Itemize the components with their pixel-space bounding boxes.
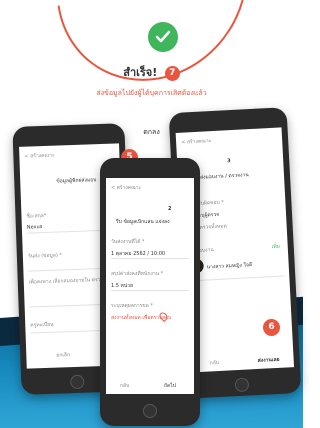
form-header: ข้อมูลผู้ฟักผ่ส่งมอบ [56, 177, 97, 185]
success-title-text: สำเร็จ! [123, 66, 158, 79]
add-person-link[interactable]: เพิ่ม [272, 243, 281, 251]
step-number: 3 [227, 158, 231, 165]
person-name: นางสาว สมหญิง ใจดี [206, 262, 253, 271]
success-check-icon [148, 22, 178, 52]
field-label: สรุปค่าส่งคงที่หนักงาน * [111, 271, 164, 277]
back-link[interactable]: < สร้างคณาะ [111, 184, 141, 192]
cancel-button[interactable]: ยกเลิก [56, 351, 70, 359]
success-title: สำเร็จ! 7 [0, 63, 303, 81]
next-button[interactable]: ถัดไป [164, 382, 176, 390]
field-value[interactable]: 1.5 หน่วย [111, 282, 133, 290]
step-number: 2 [168, 206, 172, 212]
phone-middle: < สร้างคณาะ 2 รีบ ข้อมูลเบิกแลน แจ่งลง ว… [100, 158, 200, 426]
field-label: วันส่งงานที่ได้ * [111, 239, 145, 245]
radio-option[interactable]: ผู้ตรวจทั้งหมด [196, 222, 227, 232]
step-badge-7: 7 [164, 65, 180, 81]
divider [111, 290, 189, 291]
back-link[interactable]: < สร้างคณาะ [181, 137, 212, 147]
home-button[interactable] [143, 404, 157, 418]
back-button[interactable]: กลับ [210, 359, 220, 367]
field-label: ครูทะเบียน [30, 321, 54, 329]
home-button[interactable] [70, 374, 85, 390]
confirm-button[interactable]: ส่งงานเลย [257, 356, 280, 365]
form-header: ส่งมอบงาน / ตรวจงาน [199, 172, 249, 181]
divider [188, 275, 285, 282]
form-header: รีบ ข้อมูลเบิกแลน แจ่งลง [116, 219, 170, 225]
field-value[interactable]: Nexus [27, 224, 43, 231]
back-button[interactable]: กลับ [120, 382, 129, 390]
field-value[interactable]: 1 ตุลาคม 2562 / 10:00 [111, 250, 165, 258]
field-label: ชื่อ-สกุล* [26, 212, 47, 220]
field-label: ระบุเหตุผลการขอ * [111, 303, 153, 309]
phone-middle-screen: < สร้างคณาะ 2 รีบ ข้อมูลเบิกแลน แจ่งลง ว… [106, 178, 194, 394]
back-link[interactable]: < สร้างคณาะ [24, 152, 55, 161]
home-button[interactable] [234, 377, 250, 393]
divider [111, 258, 189, 259]
success-subtitle: ส่งข้อมูลไปยังผู้ได้บุคการเสิศต้องแล้ว [96, 89, 207, 97]
step-badge-6: 6 [263, 319, 280, 336]
field-label: วันส่ง (ข่อมูล) * [27, 252, 63, 260]
